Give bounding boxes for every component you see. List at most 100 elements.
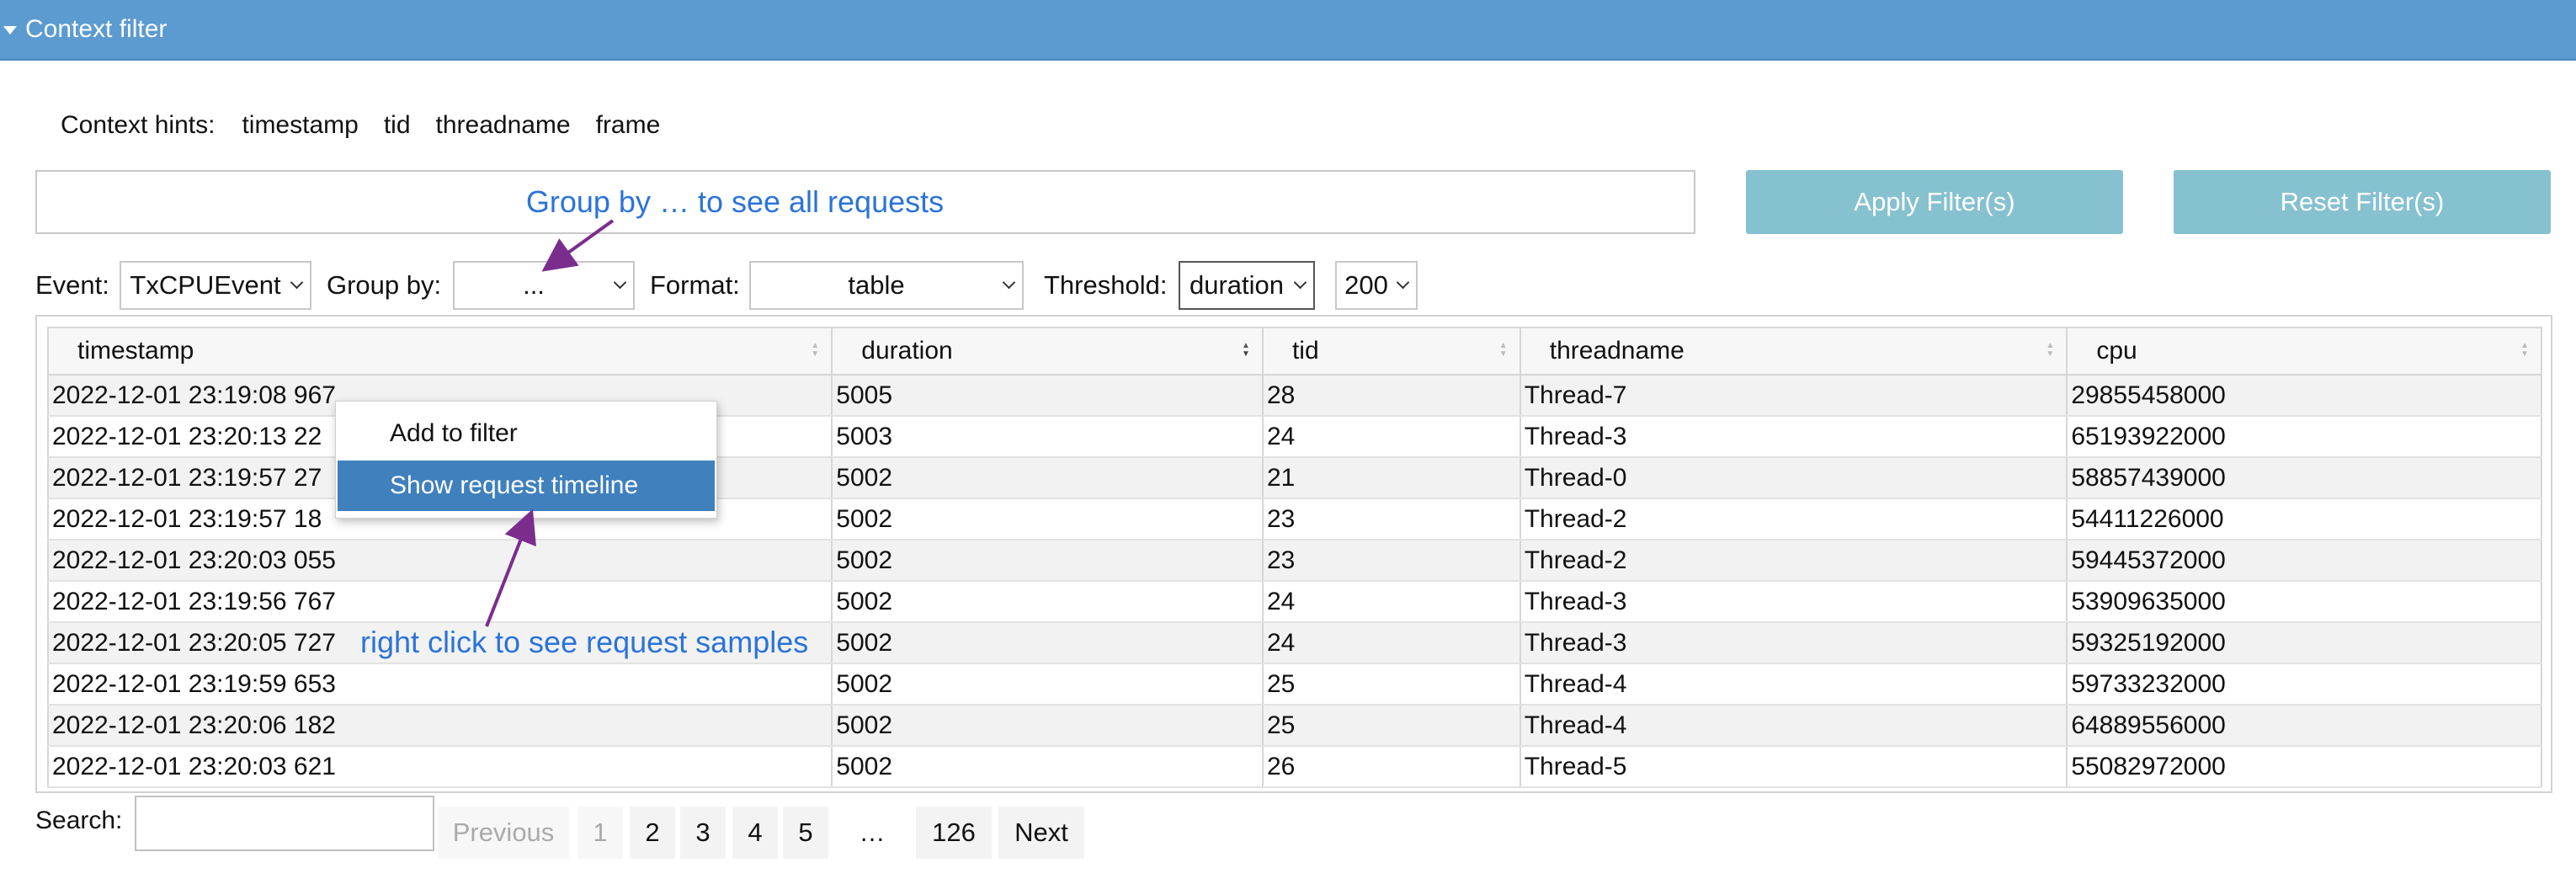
pagination-ellipsis: … [859,817,886,847]
pagination-page-2[interactable]: 2 [630,807,675,859]
menu-item-show-request-timeline[interactable]: Show request timeline [338,461,715,511]
table-cell-duration: 5003 [831,416,1264,458]
table-cell-cpu: 64889556000 [2066,705,2542,747]
event-label: Event: [35,270,109,300]
table-cell-duration: 5002 [831,746,1264,788]
table-cell-timestamp: 2022-12-01 23:20:06 182 [46,705,833,747]
threshold-label: Threshold: [1044,270,1168,300]
pagination-page-3[interactable]: 3 [680,807,726,859]
column-header-timestamp[interactable]: timestamp ▲ ▼ [46,327,833,375]
table-row[interactable]: 2022-12-01 23:19:56 767 5002 24 Thread-3 539… [46,581,2542,623]
table-cell-tid: 23 [1261,540,1521,582]
group-by-annotation: Group by … to see all requests [525,184,945,219]
hint-timestamp[interactable]: timestamp [242,111,358,140]
format-select-value: table [848,270,905,300]
table-cell-threadname: Thread-2 [1519,498,2068,541]
column-header-cpu[interactable]: cpu ▲ ▼ [2066,327,2542,375]
table-cell-cpu: 59325192000 [2066,622,2542,664]
sort-icon: ▲ ▼ [811,341,820,359]
header-title: Context filter [25,15,168,43]
table-cell-threadname: Thread-3 [1519,416,2068,458]
apply-filter-button[interactable]: Apply Filter(s) [1746,170,2123,234]
table-cell-duration: 5005 [831,375,1264,417]
chevron-down-icon [290,275,304,290]
table-cell-threadname: Thread-3 [1519,581,2068,623]
table-cell-cpu: 29855458000 [2066,375,2542,417]
table-row[interactable]: 2022-12-01 23:20:06 182 5002 25 Thread-4 648… [46,705,2542,747]
reset-filter-button[interactable]: Reset Filter(s) [2174,170,2551,234]
chevron-down-icon [1293,275,1307,290]
table-cell-cpu: 58857439000 [2066,457,2542,499]
hint-threadname[interactable]: threadname [436,111,571,140]
pagination-previous[interactable]: Previous [438,807,569,859]
filter-expression-input[interactable]: Group by … to see all requests [35,170,1695,234]
context-menu: Add to filter Show request timeline [335,401,717,519]
format-label: Format: [650,270,740,300]
menu-item-add-to-filter[interactable]: Add to filter [338,408,715,459]
context-filter-header[interactable]: Context filter [0,0,2576,61]
caret-down-icon [3,26,17,35]
table-cell-timestamp: 2022-12-01 23:19:56 767 [46,581,833,623]
groupby-select[interactable]: ... [453,261,635,310]
event-select[interactable]: TxCPUEvent [120,261,311,310]
table-cell-cpu: 53909635000 [2066,581,2542,623]
context-hints-label: Context hints: [61,111,216,139]
table-cell-duration: 5002 [831,581,1264,623]
column-header-threadname[interactable]: threadname ▲ ▼ [1519,327,2068,375]
search-input[interactable] [135,796,434,851]
table-cell-cpu: 55082972000 [2066,746,2542,788]
table-cell-tid: 25 [1261,705,1521,747]
controls-row: Event: TxCPUEvent Group by: ... Format: … [35,259,2561,312]
table-cell-threadname: Thread-7 [1519,375,2068,417]
hint-tid[interactable]: tid [384,111,411,140]
table-row[interactable]: 2022-12-01 23:20:03 055 5002 23 Thread-2 594… [46,540,2542,582]
chevron-down-icon [613,275,627,290]
context-hints: Context hints: timestamp tid threadname … [61,111,660,140]
data-table-container: timestamp ▲ ▼ duration ▲ ▼ tid ▲ ▼ threadname ▲… [35,315,2552,793]
search-label: Search: [35,807,123,834]
table-cell-cpu: 65193922000 [2066,416,2542,458]
table-cell-tid: 23 [1261,498,1521,541]
table-cell-duration: 5002 [831,498,1264,541]
table-cell-tid: 28 [1261,375,1521,417]
table-cell-timestamp: 2022-12-01 23:19:59 653 [46,663,833,706]
table-cell-timestamp: 2022-12-01 23:20:03 621 [46,746,833,788]
event-select-value: TxCPUEvent [130,270,281,300]
table-cell-duration: 5002 [831,705,1264,747]
groupby-label: Group by: [327,270,442,300]
format-select[interactable]: table [749,261,1024,310]
pagination-page-4[interactable]: 4 [732,807,778,859]
table-cell-duration: 5002 [831,457,1264,499]
pagination-next[interactable]: Next [998,807,1084,859]
table-cell-cpu: 54411226000 [2066,498,2542,541]
table-cell-threadname: Thread-0 [1519,457,2068,499]
table-cell-threadname: Thread-5 [1519,746,2068,788]
pagination-page-1[interactable]: 1 [577,807,623,859]
table-cell-tid: 26 [1261,746,1521,788]
table-cell-tid: 25 [1261,663,1521,706]
table-cell-threadname: Thread-3 [1519,622,2068,664]
table-cell-threadname: Thread-4 [1519,705,2068,747]
table-cell-cpu: 59733232000 [2066,663,2542,706]
chevron-down-icon [1002,275,1016,290]
table-cell-tid: 24 [1261,416,1521,458]
table-cell-duration: 5002 [831,622,1264,664]
sort-icon: ▲ ▼ [1498,341,1508,359]
table-cell-tid: 24 [1261,581,1521,623]
column-header-duration[interactable]: duration ▲ ▼ [831,327,1264,375]
sort-icon: ▲ ▼ [2520,341,2529,359]
table-row[interactable]: 2022-12-01 23:20:03 621 5002 26 Thread-5 550… [46,746,2542,788]
right-click-annotation: right click to see request samples [360,625,809,659]
table-cell-tid: 24 [1261,622,1521,664]
data-table: timestamp ▲ ▼ duration ▲ ▼ tid ▲ ▼ threadname ▲… [46,327,2542,788]
hint-frame[interactable]: frame [596,111,661,140]
table-cell-duration: 5002 [831,540,1264,582]
sort-icon: ▲ ▼ [2046,341,2055,359]
column-header-tid[interactable]: tid ▲ ▼ [1261,327,1521,375]
threshold-amount-select[interactable]: 200 [1335,261,1418,310]
threshold-field-select[interactable]: duration [1179,261,1315,310]
pagination-page-5[interactable]: 5 [783,807,828,859]
pagination-page-126[interactable]: 126 [916,807,992,859]
threshold-amount-value: 200 [1344,270,1388,300]
table-row[interactable]: 2022-12-01 23:19:59 653 5002 25 Thread-4 597… [46,663,2542,706]
